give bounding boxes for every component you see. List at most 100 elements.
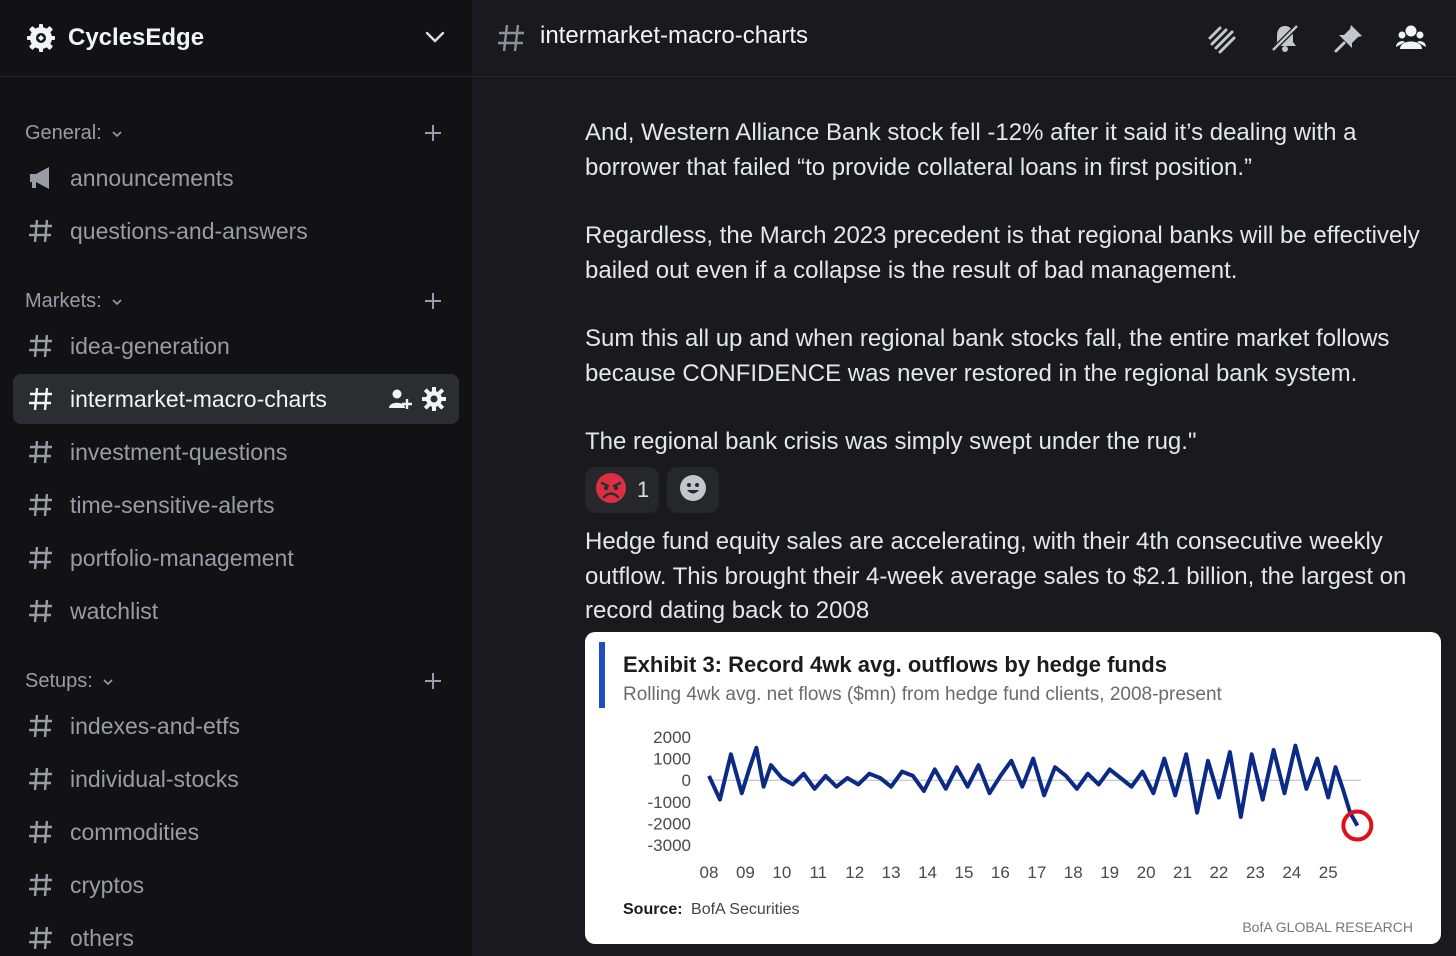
threads-icon[interactable] xyxy=(1206,22,1238,54)
y-axis-ticks: 2000 1000 0 -1000 -2000 -3000 xyxy=(648,728,691,855)
channel-label: portfolio-management xyxy=(70,544,294,571)
category-general[interactable]: General: xyxy=(25,118,445,148)
x-tick-label: 08 xyxy=(700,863,719,882)
server-name: CyclesEdge xyxy=(68,24,205,51)
svg-text:Source: BofA Securitie: Source: BofA Securities xyxy=(623,901,800,918)
sidebar-item-cryptos[interactable]: cryptos xyxy=(13,860,459,910)
sidebar-item-watchlist[interactable]: watchlist xyxy=(13,586,459,636)
add-channel-icon[interactable] xyxy=(421,669,445,693)
hash-icon xyxy=(27,871,55,899)
x-tick-label: 22 xyxy=(1209,863,1228,882)
sidebar-item-commodities[interactable]: commodities xyxy=(13,807,459,857)
hash-icon xyxy=(27,332,55,360)
channel-header: intermarket-macro-charts xyxy=(472,0,1456,77)
hash-icon xyxy=(27,491,55,519)
sidebar-item-intermarket-macro-charts[interactable]: intermarket-macro-charts xyxy=(13,374,459,424)
x-tick-label: 17 xyxy=(1027,863,1046,882)
y-tick-label: -2000 xyxy=(648,814,691,833)
title-accent-bar xyxy=(599,642,605,708)
x-tick-label: 15 xyxy=(955,863,974,882)
channel-label: investment-questions xyxy=(70,438,288,465)
series-line xyxy=(707,743,1360,827)
reaction-bar: 1 xyxy=(585,467,720,513)
megaphone-icon xyxy=(27,164,55,192)
sidebar-item-indexes-and-etfs[interactable]: indexes-and-etfs xyxy=(13,701,459,751)
sidebar-item-time-sensitive-alerts[interactable]: time-sensitive-alerts xyxy=(13,480,459,530)
hash-icon xyxy=(27,818,55,846)
chart-footer: BofA GLOBAL RESEARCH xyxy=(1242,919,1413,935)
add-reaction-icon xyxy=(679,474,707,506)
hash-icon xyxy=(27,438,55,466)
channel-label: cryptos xyxy=(70,871,145,898)
hash-icon xyxy=(496,22,526,54)
angry-face-icon xyxy=(595,472,627,508)
add-reaction-button[interactable] xyxy=(667,467,720,513)
y-tick-label: 2000 xyxy=(653,728,691,747)
add-channel-icon[interactable] xyxy=(421,289,445,313)
category-label: General: xyxy=(25,121,102,144)
hash-icon xyxy=(27,597,55,625)
chart-subtitle: Rolling 4wk avg. net flows ($mn) from he… xyxy=(623,684,1223,705)
hash-icon xyxy=(27,217,55,245)
message-paragraph: And, Western Alliance Bank stock fell -1… xyxy=(585,119,1357,181)
mute-bell-icon[interactable] xyxy=(1269,22,1301,54)
sidebar-item-portfolio-management[interactable]: portfolio-management xyxy=(13,533,459,583)
x-tick-label: 24 xyxy=(1282,863,1301,882)
members-icon[interactable] xyxy=(1395,22,1427,54)
category-markets[interactable]: Markets: xyxy=(25,286,445,316)
category-label: Setups: xyxy=(25,669,93,692)
sidebar-item-idea-generation[interactable]: idea-generation xyxy=(13,321,459,371)
y-tick-label: 1000 xyxy=(653,750,691,769)
y-tick-label: -1000 xyxy=(648,793,691,812)
gear-icon[interactable] xyxy=(421,386,447,416)
server-logo-icon xyxy=(26,23,56,53)
x-tick-label: 09 xyxy=(736,863,755,882)
x-tick-label: 13 xyxy=(882,863,901,882)
x-tick-label: 12 xyxy=(845,863,864,882)
x-tick-label: 14 xyxy=(918,863,937,882)
message-paragraph: The regional bank crisis was simply swep… xyxy=(585,428,1197,455)
chart-source: BofA Securities xyxy=(691,901,800,918)
x-tick-label: 10 xyxy=(772,863,791,882)
chat-area: intermarket-macro-charts And, Western Al… xyxy=(472,0,1456,956)
hedge-fund-flows-chart: Exhibit 3: Record 4wk avg. outflows by h… xyxy=(599,642,1413,935)
chevron-down-icon[interactable] xyxy=(424,26,446,48)
channel-label: intermarket-macro-charts xyxy=(70,385,327,412)
hash-icon xyxy=(27,924,55,952)
server-header[interactable]: CyclesEdge xyxy=(0,0,472,77)
reaction-angry[interactable]: 1 xyxy=(585,467,660,513)
x-tick-label: 20 xyxy=(1137,863,1156,882)
hash-icon xyxy=(27,544,55,572)
sidebar-item-others[interactable]: others xyxy=(13,913,459,956)
sidebar-item-questions-and-answers[interactable]: questions-and-answers xyxy=(13,206,459,256)
add-channel-icon[interactable] xyxy=(421,121,445,145)
sidebar-item-investment-questions[interactable]: investment-questions xyxy=(13,427,459,477)
channel-label: announcements xyxy=(70,164,234,191)
x-tick-label: 25 xyxy=(1319,863,1338,882)
chevron-down-icon xyxy=(110,294,124,308)
category-setups[interactable]: Setups: xyxy=(25,666,445,696)
sidebar-item-announcements[interactable]: announcements xyxy=(13,153,459,203)
x-tick-label: 18 xyxy=(1064,863,1083,882)
x-tick-label: 23 xyxy=(1246,863,1265,882)
message-paragraph: Regardless, the March 2023 precedent is … xyxy=(585,222,1420,284)
channel-label: questions-and-answers xyxy=(70,217,308,244)
invite-people-icon[interactable] xyxy=(387,386,413,416)
pin-icon[interactable] xyxy=(1333,22,1365,54)
y-tick-label: -3000 xyxy=(648,836,691,855)
y-tick-label: 0 xyxy=(682,771,691,790)
chart-title: Exhibit 3: Record 4wk avg. outflows by h… xyxy=(623,652,1167,677)
x-tick-label: 21 xyxy=(1173,863,1192,882)
category-label: Markets: xyxy=(25,289,102,312)
channel-label: individual-stocks xyxy=(70,765,239,792)
channel-title: intermarket-macro-charts xyxy=(540,22,809,49)
x-tick-label: 11 xyxy=(809,863,827,882)
sidebar-item-individual-stocks[interactable]: individual-stocks xyxy=(13,754,459,804)
chevron-down-icon xyxy=(110,126,124,140)
x-tick-label: 19 xyxy=(1100,863,1119,882)
hash-icon xyxy=(27,765,55,793)
channel-label: others xyxy=(70,924,134,951)
hash-icon xyxy=(27,385,55,413)
chart-image[interactable]: Exhibit 3: Record 4wk avg. outflows by h… xyxy=(585,632,1441,944)
reaction-count: 1 xyxy=(637,477,650,502)
